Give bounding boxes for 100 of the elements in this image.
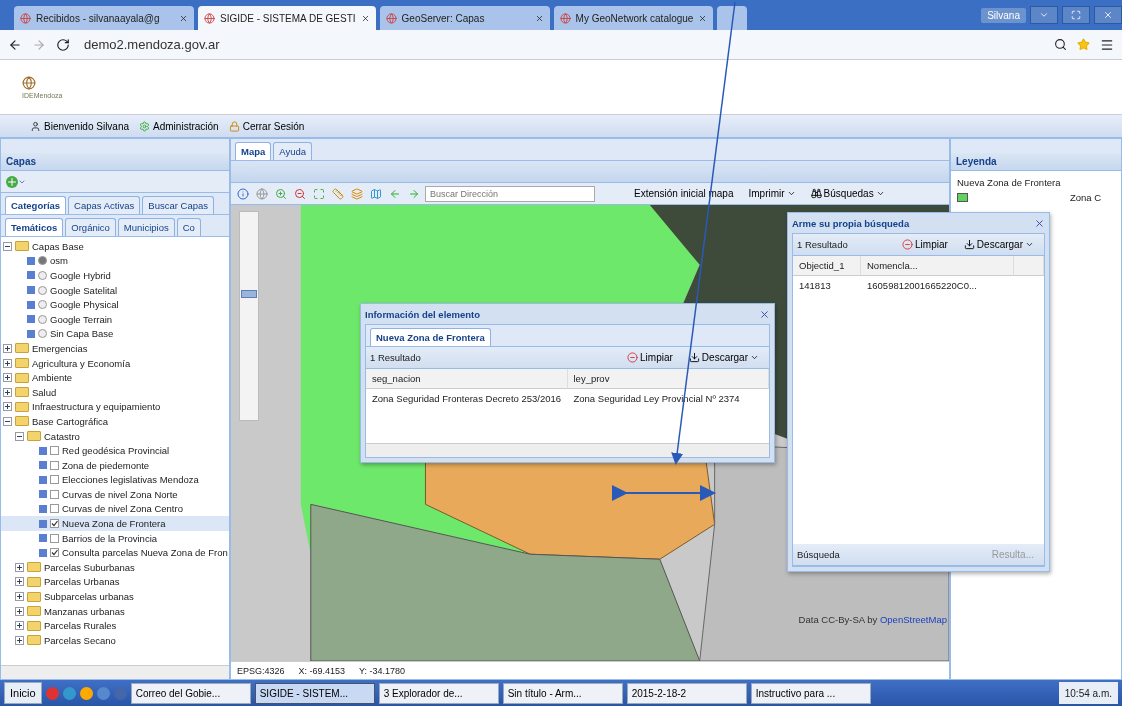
expand-toggle[interactable] (3, 373, 12, 383)
app-icon[interactable] (96, 686, 110, 700)
tree-item[interactable]: Google Satelital (50, 284, 118, 296)
tree-row[interactable]: Consulta parcelas Nueva Zona de Fron (1, 545, 229, 561)
tree-row[interactable]: Curvas de nivel Zona Centro (1, 501, 229, 517)
expand-toggle[interactable] (3, 402, 12, 412)
close-icon[interactable] (698, 13, 708, 23)
expand-toggle[interactable] (15, 592, 24, 602)
new-tab-button[interactable] (717, 6, 748, 30)
arrow-right-icon[interactable] (408, 187, 420, 200)
browser-tab[interactable]: SIGIDE - SISTEMA DE GESTI (198, 6, 376, 30)
tree-item[interactable]: Parcelas Rurales (44, 620, 117, 632)
close-button[interactable] (1094, 6, 1122, 24)
expand-toggle[interactable] (3, 416, 12, 426)
expand-toggle[interactable] (15, 621, 24, 631)
start-button[interactable]: Inicio (4, 682, 42, 704)
tree-row[interactable]: Barrios de la Provincia (1, 530, 229, 546)
close-icon[interactable] (1103, 10, 1113, 20)
tree-item[interactable]: Parcelas Urbanas (44, 576, 120, 588)
tree-item[interactable]: Parcelas Suburbanas (44, 561, 135, 573)
tree-row[interactable]: Zona de piedemonte (1, 457, 229, 473)
tree-item[interactable]: Google Hybrid (50, 270, 111, 281)
close-icon[interactable] (1034, 217, 1045, 229)
radio-button[interactable] (38, 285, 47, 295)
globe-icon[interactable] (256, 187, 268, 200)
panel-tab[interactable]: Categorías (5, 196, 67, 214)
clear-button[interactable]: Limpiar (896, 239, 954, 250)
browser-tab[interactable]: Recibidos - silvanaayala@g (14, 6, 194, 30)
tree-row[interactable]: Red geodésica Provincial (1, 443, 229, 458)
checkbox[interactable] (50, 446, 59, 456)
radio-button[interactable] (38, 300, 47, 310)
ruler-icon[interactable] (332, 187, 344, 200)
taskbar-item[interactable]: Sin título - Arm... (502, 682, 623, 704)
taskbar-item[interactable]: 2015-2-18-2 (626, 682, 747, 704)
scrollbar[interactable] (1, 665, 229, 679)
checkbox[interactable] (50, 475, 59, 485)
tree-item[interactable]: Subparcelas urbanas (44, 591, 134, 603)
checkbox[interactable] (50, 460, 59, 470)
expand-toggle[interactable] (15, 635, 24, 645)
tree-item[interactable]: osm (50, 255, 68, 267)
minimize-button[interactable] (1030, 6, 1058, 24)
zoom-slider[interactable] (239, 211, 259, 421)
toolbar-button[interactable]: Administración (139, 120, 219, 132)
slider-thumb[interactable] (241, 290, 257, 299)
maximize-icon[interactable] (1071, 10, 1081, 20)
app-icon[interactable] (62, 686, 76, 700)
taskbar-item[interactable]: Instructivo para ... (750, 682, 871, 704)
toolbar-button[interactable]: Búsquedas (804, 188, 891, 199)
star-icon[interactable] (1077, 38, 1090, 51)
main-tab[interactable]: Mapa (235, 142, 272, 160)
download-button[interactable]: Descargar (957, 239, 1040, 250)
column-header[interactable]: Nomencla... (861, 256, 1014, 276)
reload-icon[interactable] (56, 37, 70, 52)
tree-item[interactable]: Google Physical (50, 299, 119, 311)
tree-item[interactable]: Zona de piedemonte (62, 459, 150, 471)
checkbox[interactable] (50, 519, 59, 529)
expand-toggle[interactable] (15, 431, 24, 441)
zoom-in-icon[interactable] (275, 187, 287, 200)
tree-item[interactable]: Salud (32, 386, 57, 398)
close-icon[interactable] (360, 13, 370, 23)
category-tab[interactable]: Orgánico (65, 218, 116, 236)
window-tab[interactable]: Nueva Zona de Frontera (370, 328, 491, 346)
tree-item[interactable]: Manzanas urbanas (44, 605, 125, 617)
category-tab[interactable]: Temáticos (5, 218, 64, 236)
tree-item[interactable]: Consulta parcelas Nueva Zona de Fron (62, 547, 228, 559)
panel-tab[interactable]: Buscar Capas (142, 196, 214, 214)
taskbar-item[interactable]: SIGIDE - SISTEM... (254, 682, 375, 704)
tree-item[interactable]: Ambiente (32, 372, 73, 384)
tree-item[interactable]: Barrios de la Provincia (62, 532, 158, 544)
expand-toggle[interactable] (15, 562, 24, 572)
app-icon[interactable] (79, 686, 93, 700)
search-section-toggle[interactable]: Búsqueda (797, 549, 982, 560)
expand-icon[interactable] (313, 187, 325, 200)
category-tab[interactable]: Co (176, 218, 201, 236)
expand-toggle[interactable] (15, 606, 24, 616)
radio-button[interactable] (38, 271, 47, 280)
category-tab[interactable]: Municipios (117, 218, 175, 236)
checkbox[interactable] (50, 533, 59, 543)
close-icon[interactable] (179, 13, 188, 23)
search-icon[interactable] (1054, 38, 1067, 51)
close-icon[interactable] (759, 308, 770, 320)
tree-item[interactable]: Sin Capa Base (50, 328, 114, 340)
column-header[interactable]: seg_nacion (366, 369, 568, 389)
tree-row[interactable]: Elecciones legislativas Mendoza (1, 472, 229, 488)
browser-tab[interactable]: GeoServer: Capas (379, 6, 550, 30)
download-button[interactable]: Descargar (682, 352, 765, 363)
clear-button[interactable]: Limpiar (621, 352, 679, 363)
column-header[interactable]: Objectid_1 (793, 256, 861, 276)
tree-item[interactable]: Elecciones legislativas Mendoza (62, 474, 199, 486)
tree-item[interactable]: Catastro (44, 430, 80, 442)
tree-item[interactable]: Nueva Zona de Frontera (62, 518, 166, 530)
expand-toggle[interactable] (15, 577, 24, 587)
checkbox[interactable] (50, 489, 59, 499)
checkbox[interactable] (50, 504, 59, 514)
taskbar-item[interactable]: Correo del Gobie... (130, 682, 251, 704)
tree-item[interactable]: Red geodésica Provincial (62, 445, 170, 457)
toolbar-button[interactable]: Cerrar Sesión (228, 120, 305, 132)
column-header[interactable]: ley_prov (567, 369, 769, 389)
toolbar-button[interactable]: Bienvenido Silvana (30, 120, 130, 132)
panel-tab[interactable]: Capas Activas (68, 196, 141, 214)
